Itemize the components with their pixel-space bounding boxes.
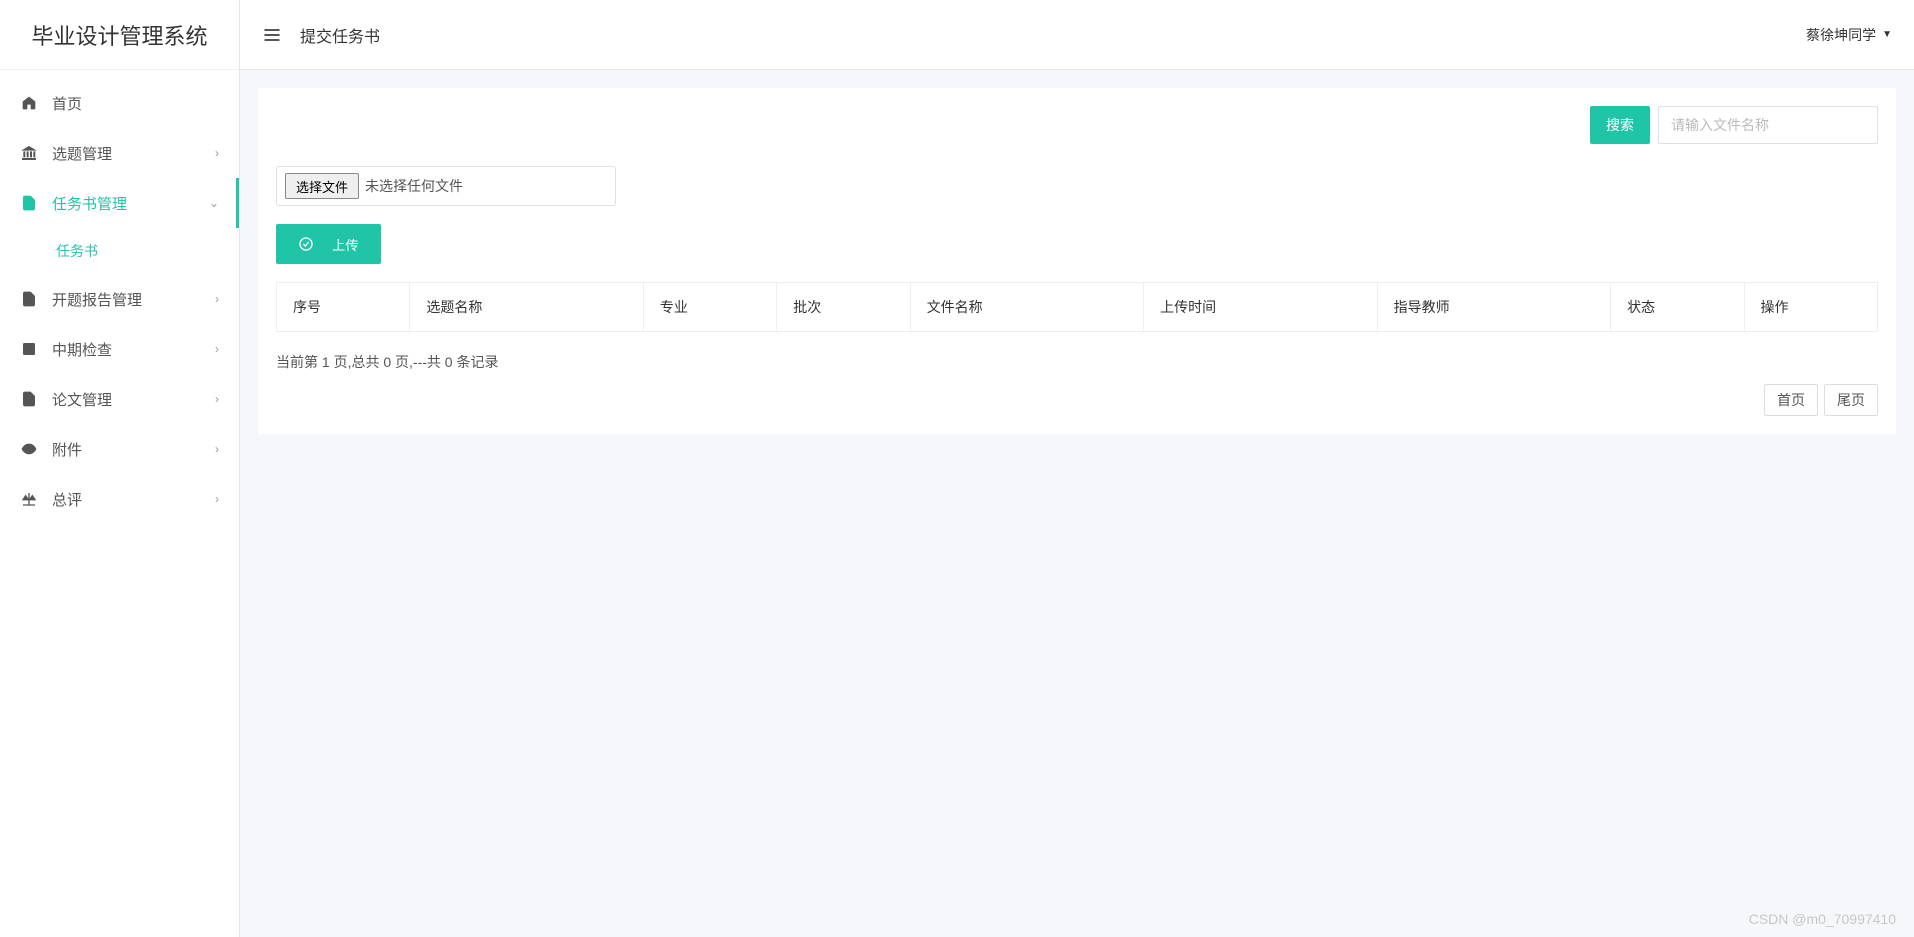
chevron-right-icon: ›	[215, 492, 219, 506]
data-table: 序号 选题名称 专业 批次 文件名称 上传时间 指导教师 状态 操作	[276, 282, 1878, 332]
search-row: 搜索	[276, 106, 1878, 144]
th-uploadtime: 上传时间	[1144, 283, 1377, 332]
search-button[interactable]: 搜索	[1590, 106, 1650, 144]
file-input[interactable]: 选择文件 未选择任何文件	[276, 166, 616, 206]
upload-label: 上传	[332, 235, 359, 254]
th-batch: 批次	[777, 283, 910, 332]
nav-attachment[interactable]: 附件 ›	[0, 424, 239, 474]
th-advisor: 指导教师	[1377, 283, 1610, 332]
nav-summary[interactable]: 总评 ›	[0, 474, 239, 524]
nav-label: 论文管理	[52, 389, 215, 410]
nav-label: 中期检查	[52, 339, 215, 360]
nav-menu: 首页 选题管理 › 任务书管理 ⌄ 任务书 开题报告管理 ›	[0, 70, 239, 937]
attach-icon	[20, 440, 38, 458]
chevron-right-icon: ›	[215, 392, 219, 406]
th-index: 序号	[277, 283, 410, 332]
file-icon	[20, 290, 38, 308]
nav-thesis[interactable]: 论文管理 ›	[0, 374, 239, 424]
home-icon	[20, 94, 38, 112]
nav-home[interactable]: 首页	[0, 78, 239, 128]
watermark: CSDN @m0_70997410	[1749, 911, 1896, 927]
chevron-right-icon: ›	[215, 342, 219, 356]
user-menu[interactable]: 蔡徐坤同学 ▼	[1806, 25, 1892, 45]
th-major: 专业	[643, 283, 776, 332]
nav-label: 首页	[52, 93, 219, 114]
app-logo: 毕业设计管理系统	[0, 0, 239, 70]
nav-midterm[interactable]: 中期检查 ›	[0, 324, 239, 374]
file-icon	[20, 194, 38, 212]
search-input[interactable]	[1658, 106, 1878, 144]
chevron-down-icon: ⌄	[209, 196, 219, 210]
main: 提交任务书 蔡徐坤同学 ▼ 搜索 选择文件 未选择任何文件	[240, 0, 1914, 937]
panel: 搜索 选择文件 未选择任何文件 上传	[258, 88, 1896, 434]
nav-sub-task[interactable]: 任务书	[0, 228, 239, 274]
sidebar: 毕业设计管理系统 首页 选题管理 › 任务书管理 ⌄ 任务书	[0, 0, 240, 937]
chevron-right-icon: ›	[215, 146, 219, 160]
bank-icon	[20, 144, 38, 162]
file-status-text: 未选择任何文件	[365, 176, 463, 196]
table-header-row: 序号 选题名称 专业 批次 文件名称 上传时间 指导教师 状态 操作	[277, 283, 1878, 332]
th-topic: 选题名称	[410, 283, 643, 332]
th-status: 状态	[1611, 283, 1744, 332]
file-row: 选择文件 未选择任何文件	[276, 166, 1878, 206]
th-filename: 文件名称	[910, 283, 1143, 332]
user-name: 蔡徐坤同学	[1806, 25, 1876, 45]
first-page-button[interactable]: 首页	[1764, 384, 1818, 416]
menu-toggle-button[interactable]	[262, 25, 282, 45]
check-circle-icon	[298, 236, 314, 252]
nav-task-mgmt[interactable]: 任务书管理 ⌄	[0, 178, 239, 228]
content: 搜索 选择文件 未选择任何文件 上传	[240, 70, 1914, 937]
doc-icon	[20, 390, 38, 408]
nav-label: 开题报告管理	[52, 289, 215, 310]
square-icon	[20, 340, 38, 358]
pagination-buttons: 首页 尾页	[276, 384, 1878, 416]
nav-label: 总评	[52, 489, 215, 510]
last-page-button[interactable]: 尾页	[1824, 384, 1878, 416]
header: 提交任务书 蔡徐坤同学 ▼	[240, 0, 1914, 70]
pagination-info: 当前第 1 页,总共 0 页,---共 0 条记录	[276, 352, 1878, 372]
caret-down-icon: ▼	[1882, 29, 1892, 40]
nav-label: 附件	[52, 439, 215, 460]
nav-opening-report[interactable]: 开题报告管理 ›	[0, 274, 239, 324]
page-title: 提交任务书	[300, 23, 1806, 47]
chevron-right-icon: ›	[215, 442, 219, 456]
scale-icon	[20, 490, 38, 508]
choose-file-button[interactable]: 选择文件	[285, 173, 359, 199]
nav-label: 选题管理	[52, 143, 215, 164]
chevron-right-icon: ›	[215, 292, 219, 306]
nav-label: 任务书管理	[52, 193, 209, 214]
upload-button[interactable]: 上传	[276, 224, 381, 264]
th-action: 操作	[1744, 283, 1878, 332]
nav-topic-mgmt[interactable]: 选题管理 ›	[0, 128, 239, 178]
upload-row: 上传	[276, 224, 1878, 264]
